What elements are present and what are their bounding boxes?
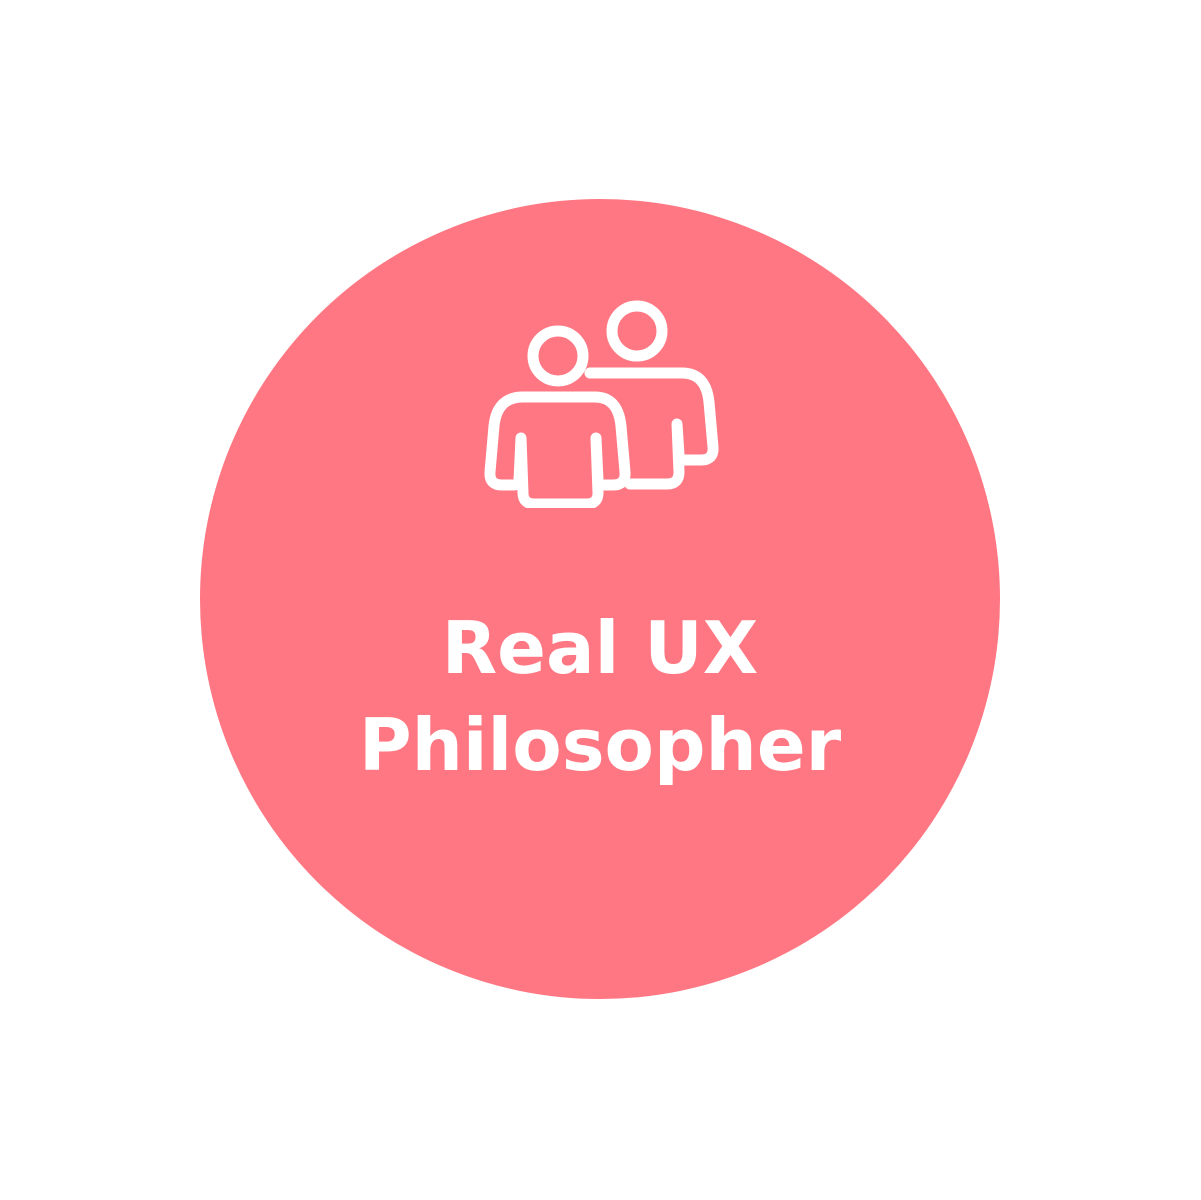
users-icon xyxy=(484,300,719,508)
front-person-head xyxy=(527,325,589,387)
front-person-body xyxy=(484,391,631,508)
badge-title-line-1: Real UX xyxy=(441,606,759,690)
back-person-head xyxy=(606,300,668,362)
badge-title-line-2: Philosopher xyxy=(358,703,842,787)
badge-title: Real UX Philosopher xyxy=(200,600,1000,794)
back-person-body xyxy=(584,367,719,490)
